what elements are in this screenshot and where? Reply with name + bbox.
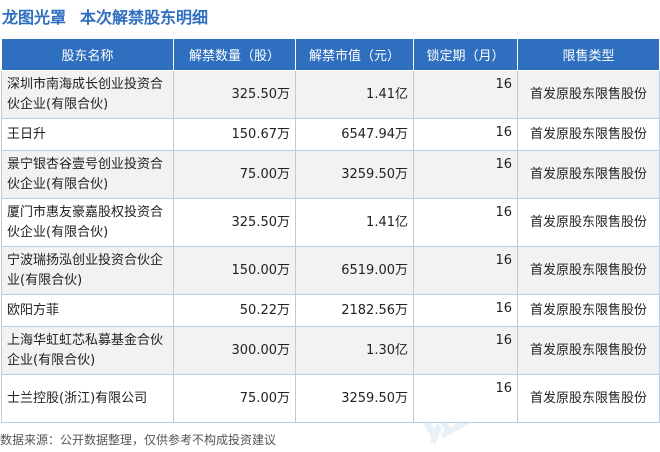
cell-value: 1.41亿 xyxy=(295,70,414,119)
header-restriction-type: 限售类型 xyxy=(517,38,660,71)
cell-name: 宁波瑞扬泓创业投资合伙企业(有限合伙) xyxy=(1,246,174,295)
table-row: 深圳市南海成长创业投资合伙企业(有限合伙) 325.50万 1.41亿 16 首… xyxy=(1,70,660,119)
cell-type: 首发原股东限售股份 xyxy=(517,326,660,375)
cell-name: 王日升 xyxy=(1,118,174,151)
cell-value: 3259.50万 xyxy=(295,150,414,199)
data-source-note: 数据来源：公开数据整理，仅供参考不构成投资建议 xyxy=(0,433,277,447)
header-unlock-value: 解禁市值（元） xyxy=(295,38,414,71)
cell-value: 2182.56万 xyxy=(295,294,414,327)
cell-shares: 75.00万 xyxy=(173,374,296,423)
cell-period: 16 xyxy=(413,326,518,375)
cell-period: 16 xyxy=(413,374,518,423)
header-shareholder-name: 股东名称 xyxy=(1,38,174,71)
table-row: 宁波瑞扬泓创业投资合伙企业(有限合伙) 150.00万 6519.00万 16 … xyxy=(1,246,660,295)
cell-period: 16 xyxy=(413,118,518,151)
cell-shares: 300.00万 xyxy=(173,326,296,375)
cell-name: 厦门市惠友豪嘉股权投资合伙企业(有限合伙) xyxy=(1,198,174,247)
header-unlock-shares: 解禁数量（股） xyxy=(173,38,296,71)
cell-shares: 325.50万 xyxy=(173,70,296,119)
cell-name: 景宁银杏谷壹号创业投资合伙企业(有限合伙) xyxy=(1,150,174,199)
table-row: 欧阳方菲 50.22万 2182.56万 16 首发原股东限售股份 xyxy=(1,294,660,327)
cell-period: 16 xyxy=(413,70,518,119)
cell-type: 首发原股东限售股份 xyxy=(517,118,660,151)
table-row: 上海华虹虹芯私募基金合伙企业(有限合伙) 300.00万 1.30亿 16 首发… xyxy=(1,326,660,375)
cell-type: 首发原股东限售股份 xyxy=(517,246,660,295)
cell-period: 16 xyxy=(413,198,518,247)
cell-value: 3259.50万 xyxy=(295,374,414,423)
cell-value: 6519.00万 xyxy=(295,246,414,295)
cell-type: 首发原股东限售股份 xyxy=(517,70,660,119)
unlock-shareholder-table: 股东名称 解禁数量（股） 解禁市值（元） 锁定期（月） 限售类型 深圳市南海成长… xyxy=(1,38,660,423)
cell-value: 6547.94万 xyxy=(295,118,414,151)
cell-type: 首发原股东限售股份 xyxy=(517,150,660,199)
table-row: 王日升 150.67万 6547.94万 16 首发原股东限售股份 xyxy=(1,118,660,151)
cell-name: 上海华虹虹芯私募基金合伙企业(有限合伙) xyxy=(1,326,174,375)
cell-value: 1.41亿 xyxy=(295,198,414,247)
cell-shares: 75.00万 xyxy=(173,150,296,199)
company-name: 龙图光罩 xyxy=(2,8,67,27)
cell-shares: 150.00万 xyxy=(173,246,296,295)
cell-period: 16 xyxy=(413,150,518,199)
header-lock-period: 锁定期（月） xyxy=(413,38,518,71)
table-row: 景宁银杏谷壹号创业投资合伙企业(有限合伙) 75.00万 3259.50万 16… xyxy=(1,150,660,199)
cell-name: 士兰控股(浙江)有限公司 xyxy=(1,374,174,423)
cell-shares: 150.67万 xyxy=(173,118,296,151)
cell-period: 16 xyxy=(413,294,518,327)
cell-type: 首发原股东限售股份 xyxy=(517,374,660,423)
table-row: 士兰控股(浙江)有限公司 75.00万 3259.50万 16 首发原股东限售股… xyxy=(1,374,660,423)
cell-shares: 325.50万 xyxy=(173,198,296,247)
cell-value: 1.30亿 xyxy=(295,326,414,375)
cell-name: 深圳市南海成长创业投资合伙企业(有限合伙) xyxy=(1,70,174,119)
page-title: 本次解禁股东明细 xyxy=(80,8,209,27)
table-row: 厦门市惠友豪嘉股权投资合伙企业(有限合伙) 325.50万 1.41亿 16 首… xyxy=(1,198,660,247)
cell-shares: 50.22万 xyxy=(173,294,296,327)
cell-type: 首发原股东限售股份 xyxy=(517,294,660,327)
title-row: 龙图光罩 本次解禁股东明细 xyxy=(0,0,660,32)
cell-name: 欧阳方菲 xyxy=(1,294,174,327)
cell-period: 16 xyxy=(413,246,518,295)
table-header-row: 股东名称 解禁数量（股） 解禁市值（元） 锁定期（月） 限售类型 xyxy=(1,38,660,71)
cell-type: 首发原股东限售股份 xyxy=(517,198,660,247)
